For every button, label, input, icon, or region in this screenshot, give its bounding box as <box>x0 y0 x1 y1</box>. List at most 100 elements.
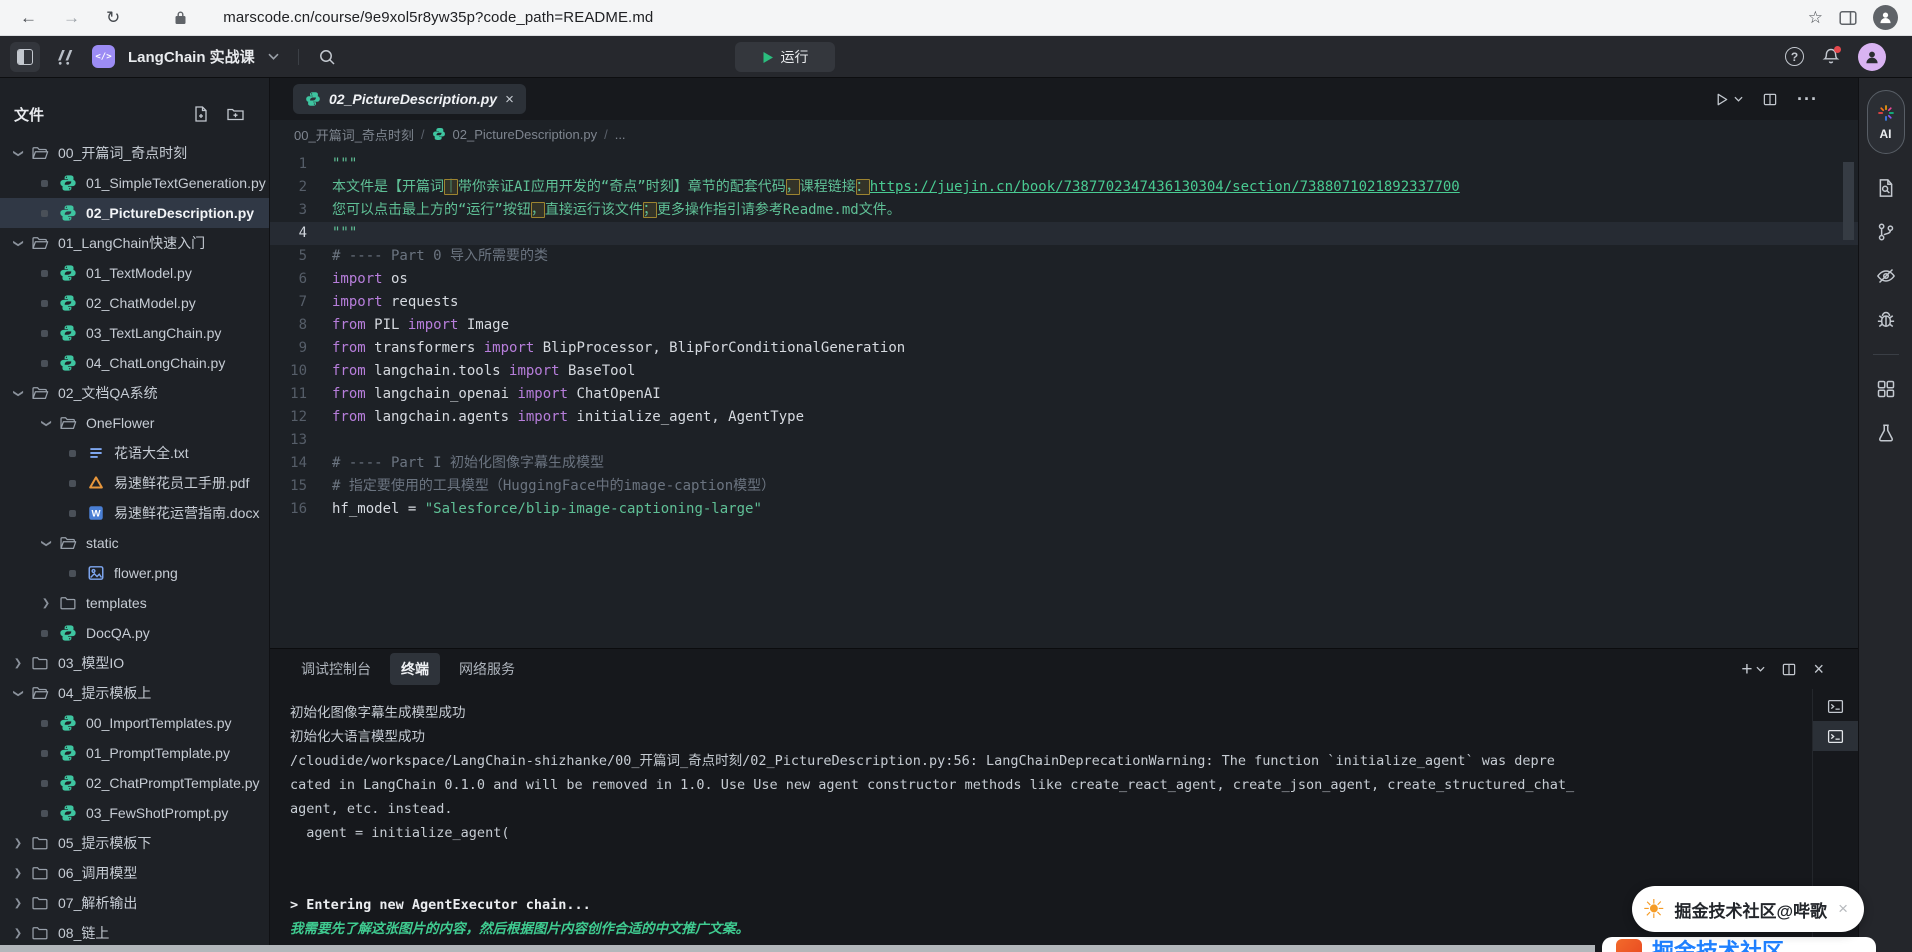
editor-scrollbar-thumb[interactable] <box>1843 162 1854 240</box>
chevron-icon: ❯ <box>10 658 26 669</box>
lab-flask-icon[interactable] <box>1876 423 1896 443</box>
split-editor-icon[interactable] <box>1762 92 1778 107</box>
extensions-grid-icon[interactable] <box>1876 379 1896 399</box>
tree-folder-row[interactable]: ❯02_文档QA系统 <box>0 378 269 408</box>
tree-folder-row[interactable]: ❯static <box>0 528 269 558</box>
code-line: 15# 指定要使用的工具模型（HuggingFace中的image-captio… <box>270 475 1858 498</box>
tree-folder-row[interactable]: ❯07_解析输出 <box>0 888 269 918</box>
tree-file-row[interactable]: W易速鲜花运营指南.docx <box>0 498 269 528</box>
code-line: 11from langchain_openai import ChatOpenA… <box>270 383 1858 406</box>
help-icon[interactable]: ? <box>1785 47 1804 66</box>
more-actions-icon[interactable]: ··· <box>1797 89 1818 110</box>
tree-file-row[interactable]: 01_PromptTemplate.py <box>0 738 269 768</box>
file-status-dot <box>69 480 76 487</box>
tree-file-row[interactable]: 00_ImportTemplates.py <box>0 708 269 738</box>
code-text: 本文件是【开篇词｜带你亲证AI应用开发的“奇点”时刻】章节的配套代码，课程链接：… <box>332 176 1460 199</box>
address-bar[interactable]: marscode.cn/course/9e9xol5r8yw35p?code_p… <box>223 9 653 26</box>
git-branch-icon[interactable] <box>1876 222 1896 242</box>
tree-folder-row[interactable]: ❯OneFlower <box>0 408 269 438</box>
code-text: from langchain.agents import initialize_… <box>332 406 804 429</box>
debug-bug-icon[interactable] <box>1876 310 1896 330</box>
reload-icon[interactable]: ↻ <box>106 9 120 26</box>
tree-file-row[interactable]: 02_ChatPromptTemplate.py <box>0 768 269 798</box>
tree-file-row[interactable]: 03_TextLangChain.py <box>0 318 269 348</box>
side-panel-icon[interactable] <box>1839 10 1857 26</box>
file-explorer: 文件 ❯00_开篇词_奇点时刻01_SimpleTextGeneration.p… <box>0 78 270 952</box>
back-icon[interactable]: ← <box>20 9 37 26</box>
ai-assistant-button[interactable]: AI <box>1867 90 1905 154</box>
python-file-icon <box>305 91 321 107</box>
tree-folder-row[interactable]: ❯08_链上 <box>0 918 269 948</box>
code-text: # 指定要使用的工具模型（HuggingFace中的image-caption模… <box>332 475 775 498</box>
file-label: 02_文档QA系统 <box>58 383 158 403</box>
tree-folder-row[interactable]: ❯00_开篇词_奇点时刻 <box>0 138 269 168</box>
tree-folder-row[interactable]: ❯05_提示模板下 <box>0 828 269 858</box>
forward-icon[interactable]: → <box>63 9 80 26</box>
search-icon[interactable] <box>318 48 336 66</box>
tab-debug-console[interactable]: 调试控制台 <box>290 653 382 685</box>
tab-close-icon[interactable]: × <box>505 92 514 107</box>
tree-file-row[interactable]: 02_ChatModel.py <box>0 288 269 318</box>
tab-network-service[interactable]: 网络服务 <box>448 653 526 685</box>
breadcrumb-folder[interactable]: 00_开篇词_奇点时刻 <box>294 125 414 144</box>
line-number: 14 <box>270 452 332 475</box>
new-terminal-icon[interactable]: + <box>1741 660 1765 679</box>
run-button[interactable]: 运行 <box>735 42 835 72</box>
preview-eye-icon[interactable] <box>1876 266 1896 286</box>
run-file-icon[interactable] <box>1714 92 1743 107</box>
tree-file-row[interactable]: 易速鲜花员工手册.pdf <box>0 468 269 498</box>
lock-icon <box>174 10 187 25</box>
bookmark-star-icon[interactable]: ☆ <box>1808 9 1823 26</box>
file-label: 02_ChatModel.py <box>86 295 196 311</box>
breadcrumb-file[interactable]: 02_PictureDescription.py <box>453 127 598 142</box>
code-line: 9from transformers import BlipProcessor,… <box>270 337 1858 360</box>
tree-file-row[interactable]: 花语大全.txt <box>0 438 269 468</box>
new-file-icon[interactable] <box>192 105 210 123</box>
tree-file-row[interactable]: 02_PictureDescription.py <box>0 198 269 228</box>
tree-folder-row[interactable]: ❯03_模型IO <box>0 648 269 678</box>
user-avatar[interactable] <box>1858 43 1886 71</box>
tree-folder-row[interactable]: ❯01_LangChain快速入门 <box>0 228 269 258</box>
chevron-down-icon[interactable] <box>268 53 279 60</box>
tree-folder-row[interactable]: ❯06_调用模型 <box>0 858 269 888</box>
tree-file-row[interactable]: 03_FewShotPrompt.py <box>0 798 269 828</box>
marscode-logo <box>53 47 79 67</box>
tree-file-row[interactable]: 01_TextModel.py <box>0 258 269 288</box>
project-title[interactable]: LangChain 实战课 <box>128 46 255 67</box>
tab-terminal[interactable]: 终端 <box>390 653 440 685</box>
terminal-instance-item[interactable] <box>1813 691 1858 721</box>
tree-file-row[interactable]: DocQA.py <box>0 618 269 648</box>
horizontal-scrollbar[interactable] <box>0 945 1595 952</box>
folder-icon <box>59 534 77 552</box>
breadcrumb-more[interactable]: ... <box>615 127 626 142</box>
watermark-close-icon[interactable]: × <box>1838 899 1848 919</box>
tree-file-row[interactable]: flower.png <box>0 558 269 588</box>
tree-folder-row[interactable]: ❯templates <box>0 588 269 618</box>
svg-text:W: W <box>91 509 100 520</box>
tree-file-row[interactable]: 01_SimpleTextGeneration.py <box>0 168 269 198</box>
split-terminal-icon[interactable] <box>1781 662 1797 677</box>
sidebar-toggle-button[interactable] <box>10 42 40 72</box>
chevron-icon: ❯ <box>41 535 52 551</box>
folder-icon <box>59 414 77 432</box>
py-file-icon <box>59 804 77 822</box>
tree-folder-row[interactable]: ❯04_提示模板上 <box>0 678 269 708</box>
file-search-icon[interactable] <box>1876 178 1896 198</box>
browser-profile-avatar[interactable] <box>1873 5 1898 30</box>
py-file-icon <box>59 774 77 792</box>
terminal-output[interactable]: 初始化图像字幕生成模型成功初始化大语言模型成功/cloudide/workspa… <box>270 689 1812 952</box>
tree-file-row[interactable]: 04_ChatLongChain.py <box>0 348 269 378</box>
py-file-icon <box>59 264 77 282</box>
line-number: 3 <box>270 199 332 222</box>
file-status-dot <box>41 330 48 337</box>
file-label: 03_TextLangChain.py <box>86 325 221 341</box>
file-label: 01_PromptTemplate.py <box>86 745 230 761</box>
close-panel-icon[interactable]: × <box>1813 660 1824 678</box>
terminal-instance-item-active[interactable] <box>1813 721 1858 751</box>
code-area[interactable]: 1"""2本文件是【开篇词｜带你亲证AI应用开发的“奇点”时刻】章节的配套代码，… <box>270 148 1858 648</box>
editor-tab[interactable]: 02_PictureDescription.py × <box>293 84 526 114</box>
new-folder-icon[interactable] <box>226 105 245 123</box>
notifications-bell-icon[interactable] <box>1822 47 1840 66</box>
folder-icon <box>31 924 49 942</box>
file-label: 00_开篇词_奇点时刻 <box>58 143 187 163</box>
